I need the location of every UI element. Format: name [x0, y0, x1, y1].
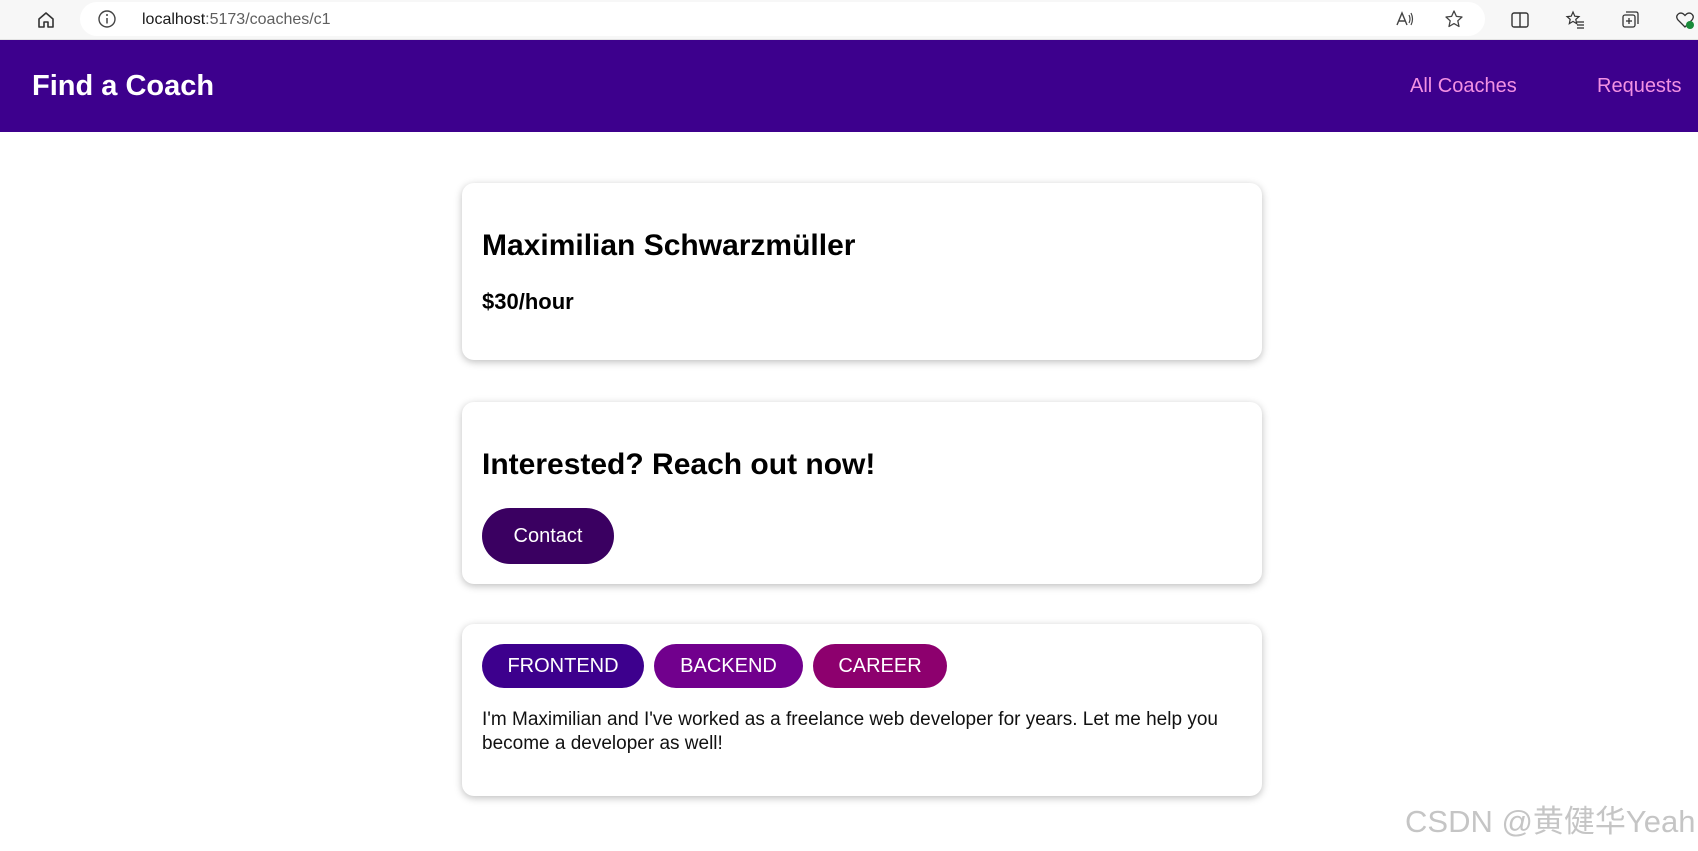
watermark: CSDN @黄健华Yeah — [1405, 804, 1696, 839]
read-aloud-icon[interactable] — [1393, 7, 1417, 31]
browser-toolbar: localhost:5173/coaches/c1 — [0, 0, 1698, 40]
app-header: Find a Coach All Coaches Requests — [0, 40, 1698, 132]
split-screen-icon[interactable] — [1508, 8, 1532, 32]
nav-link-all-coaches[interactable]: All Coaches — [1410, 74, 1517, 98]
contact-card: Interested? Reach out now! Contact — [462, 402, 1262, 584]
brand-title[interactable]: Find a Coach — [32, 69, 214, 103]
badge-career: CAREER — [813, 644, 947, 688]
coach-name: Maximilian Schwarzmüller — [482, 229, 856, 262]
badge-frontend: FRONTEND — [482, 644, 644, 688]
coach-rate: $30/hour — [482, 289, 574, 314]
url-host: localhost — [142, 11, 206, 28]
coach-info-card: Maximilian Schwarzmüller $30/hour — [462, 183, 1262, 360]
coach-details-card: FRONTEND BACKEND CAREER I'm Maximilian a… — [462, 624, 1262, 796]
contact-button[interactable]: Contact — [482, 508, 614, 564]
home-icon[interactable] — [34, 8, 58, 32]
url-text[interactable]: localhost:5173/coaches/c1 — [142, 11, 331, 29]
browser-essentials-icon[interactable] — [1673, 8, 1697, 32]
badge-backend: BACKEND — [654, 644, 803, 688]
favorite-star-icon[interactable] — [1442, 7, 1466, 31]
collections-icon[interactable] — [1618, 8, 1642, 32]
nav-link-requests[interactable]: Requests — [1597, 74, 1682, 98]
favorites-icon[interactable] — [1563, 8, 1587, 32]
contact-heading: Interested? Reach out now! — [482, 448, 876, 481]
url-path: :5173/coaches/c1 — [205, 11, 331, 28]
coach-description: I'm Maximilian and I've worked as a free… — [482, 709, 1218, 754]
info-icon[interactable] — [95, 7, 119, 31]
address-bar[interactable]: localhost:5173/coaches/c1 — [80, 2, 1485, 36]
